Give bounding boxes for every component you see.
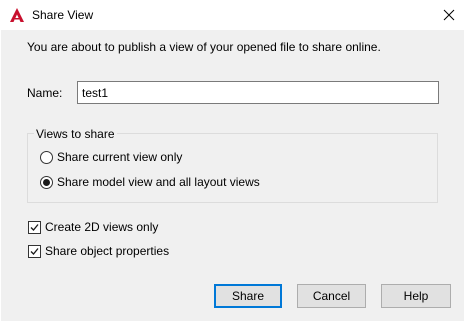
window-title: Share View bbox=[32, 8, 94, 22]
checkbox[interactable] bbox=[28, 220, 41, 234]
cancel-button[interactable]: Cancel bbox=[297, 284, 366, 308]
help-button[interactable]: Help bbox=[381, 284, 451, 308]
autocad-icon bbox=[10, 8, 24, 22]
check-icon bbox=[30, 247, 39, 255]
close-icon[interactable] bbox=[436, 3, 462, 27]
checkbox[interactable] bbox=[28, 244, 41, 258]
checkbox-label: Create 2D views only bbox=[45, 220, 159, 234]
views-to-share-legend: Views to share bbox=[34, 127, 117, 141]
share-button[interactable]: Share bbox=[214, 284, 282, 308]
name-label: Name: bbox=[27, 86, 63, 100]
radio-button[interactable] bbox=[40, 175, 53, 189]
share-view-dialog: Share View You are about to publish a vi… bbox=[0, 0, 465, 322]
name-input[interactable] bbox=[77, 81, 439, 104]
title-bar: Share View bbox=[0, 0, 465, 30]
intro-text: You are about to publish a view of your … bbox=[27, 40, 381, 54]
radio-label: Share model view and all layout views bbox=[57, 175, 260, 189]
radio-share-current-view[interactable]: Share current view only bbox=[40, 149, 182, 165]
check-icon bbox=[30, 223, 39, 231]
radio-share-model-and-layouts[interactable]: Share model view and all layout views bbox=[40, 174, 260, 190]
views-to-share-group bbox=[27, 133, 438, 203]
checkbox-create-2d-views[interactable]: Create 2D views only bbox=[28, 219, 158, 235]
radio-label: Share current view only bbox=[57, 150, 183, 164]
radio-button[interactable] bbox=[40, 150, 53, 164]
checkbox-share-object-properties[interactable]: Share object properties bbox=[28, 243, 169, 259]
checkbox-label: Share object properties bbox=[45, 244, 170, 258]
